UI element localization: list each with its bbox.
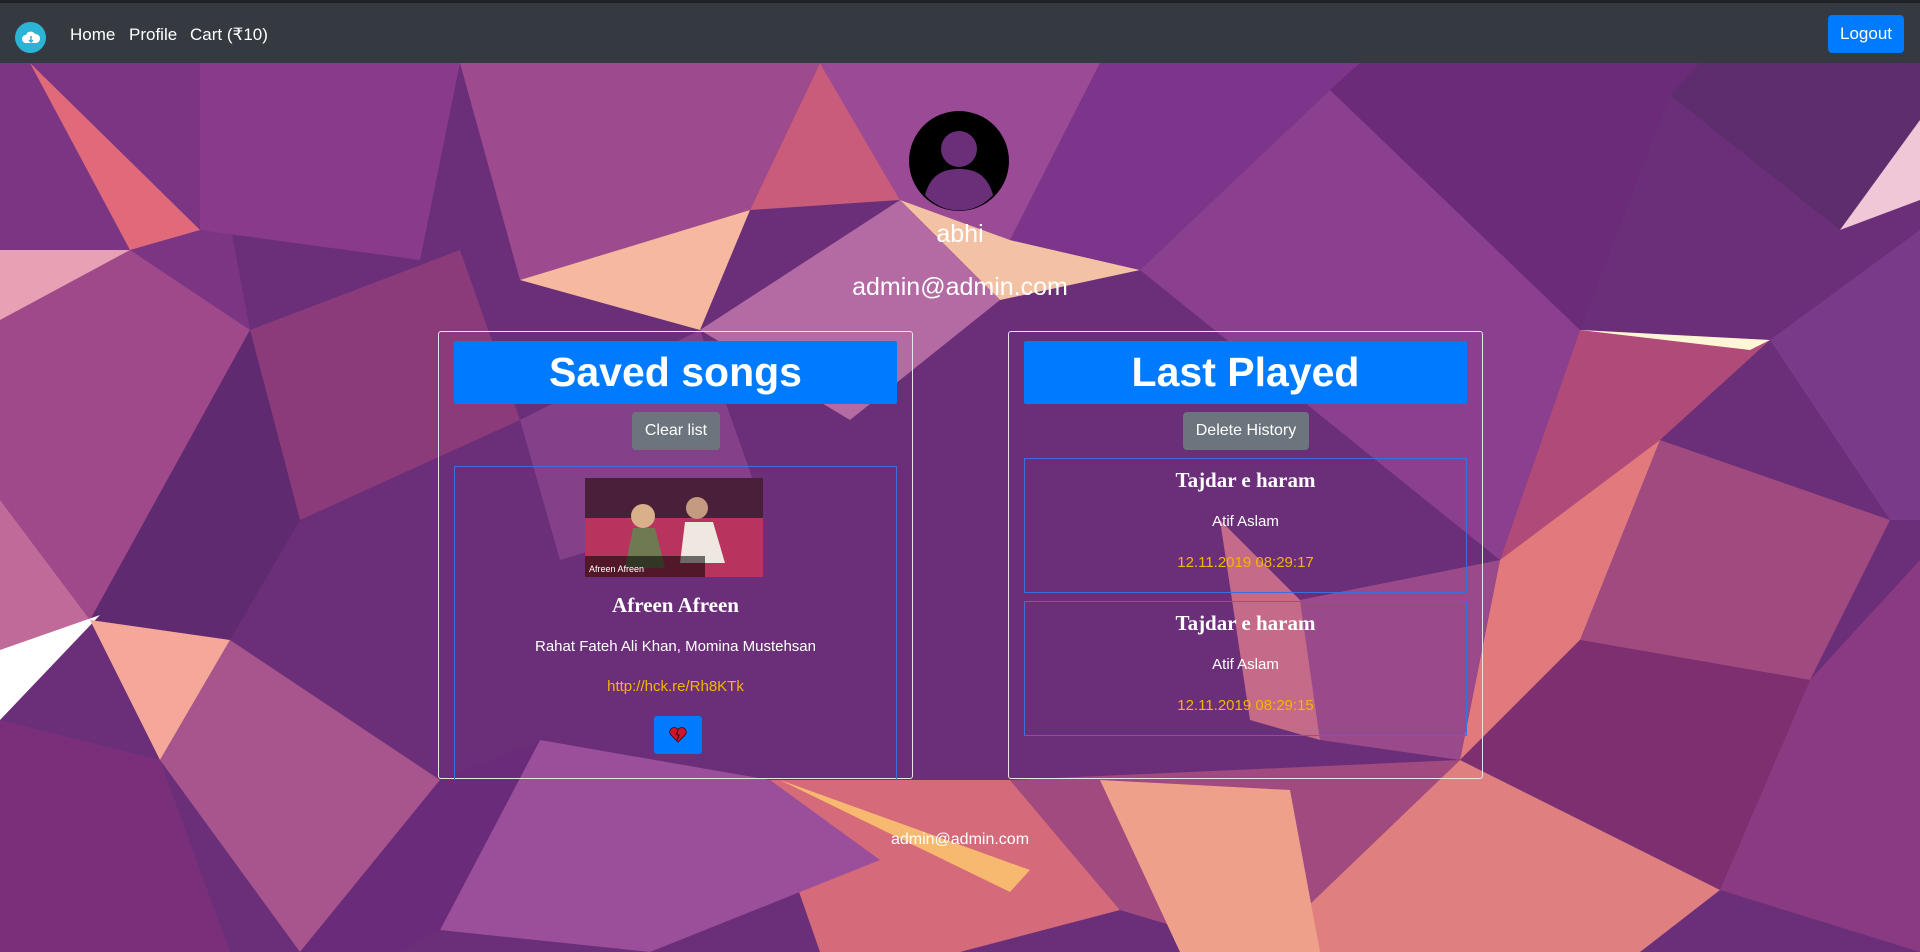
profile-page: abhi admin@admin.com Saved songs Clear l… [0, 0, 1920, 952]
played-song-time: 12.11.2019 08:29:15 [1177, 697, 1314, 714]
profile-email: admin@admin.com [852, 273, 1068, 301]
played-song-time: 12.11.2019 08:29:17 [1177, 554, 1314, 571]
last-played-header: Last Played [1024, 341, 1467, 404]
footer-email: admin@admin.com [890, 831, 1030, 848]
saved-songs-panel: Saved songs Clear list Afreen Afreen Afr… [438, 331, 913, 780]
nav-link-cart[interactable]: Cart (₹10) [190, 25, 268, 45]
cloud-music-icon[interactable] [15, 22, 46, 53]
thumbnail-art [585, 478, 763, 577]
played-song-title: Tajdar e haram [1175, 468, 1316, 492]
broken-heart-icon [669, 727, 687, 743]
song-thumbnail[interactable]: Afreen Afreen [585, 478, 763, 577]
profile-username: abhi [936, 220, 984, 248]
saved-song-card: Afreen Afreen Afreen Afreen Rahat Fateh … [454, 466, 897, 780]
played-song-title: Tajdar e haram [1175, 611, 1316, 635]
last-played-panel: Last Played Delete History Tajdar e hara… [1008, 331, 1483, 779]
saved-songs-header: Saved songs [454, 341, 897, 404]
played-song-artist: Atif Aslam [1212, 656, 1279, 673]
nav-link-home[interactable]: Home [70, 25, 115, 45]
played-song-card: Tajdar e haram Atif Aslam 12.11.2019 08:… [1024, 458, 1467, 593]
unsave-song-button[interactable] [654, 716, 702, 754]
delete-history-button[interactable]: Delete History [1183, 412, 1309, 450]
saved-song-artist: Rahat Fateh Ali Khan, Momina Mustehsan [535, 638, 816, 655]
nav-link-profile[interactable]: Profile [129, 25, 177, 45]
clear-list-button[interactable]: Clear list [632, 412, 720, 450]
top-navbar: Home Profile Cart (₹10) Logout [0, 0, 1920, 63]
cloud-glyph [21, 31, 40, 43]
played-song-card: Tajdar e haram Atif Aslam 12.11.2019 08:… [1024, 601, 1467, 736]
saved-song-title: Afreen Afreen [612, 593, 739, 617]
played-song-artist: Atif Aslam [1212, 513, 1279, 530]
thumbnail-caption: Afreen Afreen [589, 564, 645, 574]
logout-button[interactable]: Logout [1828, 15, 1904, 53]
user-avatar-icon [909, 111, 1009, 211]
saved-song-link[interactable]: http://hck.re/Rh8KTk [455, 678, 896, 695]
